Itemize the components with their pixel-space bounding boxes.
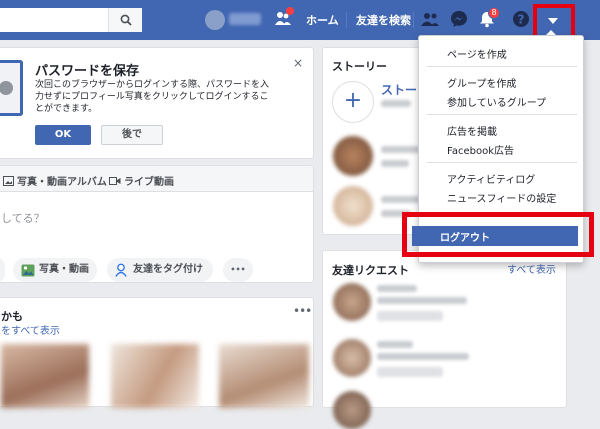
- login-illustration: [0, 60, 23, 116]
- requester-avatar[interactable]: [333, 339, 371, 377]
- requester-avatar[interactable]: [333, 283, 371, 321]
- search-icon: [120, 11, 132, 30]
- search-button[interactable]: [108, 8, 142, 32]
- menu-item-facebook-ads[interactable]: Facebook広告: [447, 142, 514, 157]
- tab-live-label: ライブ動画: [124, 177, 174, 188]
- tag-friends-icon: [115, 263, 129, 287]
- suggestion-photo[interactable]: [111, 344, 199, 408]
- friend-requests-title: 友達リクエスト: [332, 264, 409, 277]
- tag-friends-label: 友達をタグ付け: [133, 264, 203, 275]
- nav-divider: [413, 12, 414, 28]
- requester-avatar[interactable]: [333, 391, 371, 429]
- profile-name-link[interactable]: [229, 13, 261, 25]
- profile-avatar[interactable]: [205, 10, 225, 30]
- later-button[interactable]: 後で: [101, 125, 163, 145]
- composer-input[interactable]: してる？: [1, 210, 45, 226]
- story-avatar[interactable]: [333, 186, 373, 226]
- video-camera-icon: [109, 177, 121, 185]
- save-password-card: パスワードを保存 次回このブラウザーからログインする際、パスワードを入 力せずに…: [0, 47, 314, 159]
- story-name: [381, 146, 421, 153]
- close-icon[interactable]: ×: [293, 56, 303, 70]
- menu-divider: [427, 162, 577, 163]
- svg-text:?: ?: [518, 13, 525, 27]
- friend-requests-card: 友達リクエスト すべて表示: [322, 250, 567, 429]
- suggestion-photo[interactable]: [219, 344, 309, 408]
- pymk-see-all-link[interactable]: をすべて表示: [1, 322, 60, 337]
- home-link[interactable]: ホーム: [306, 12, 339, 28]
- story-avatar[interactable]: [333, 136, 373, 176]
- save-password-description: 次回このブラウザーからログインする際、パスワードを入 力せずにプロフィール写真を…: [35, 79, 287, 115]
- suggestion-photo[interactable]: [1, 344, 89, 408]
- story-subtext: [381, 100, 411, 107]
- menu-item-advertise[interactable]: 広告を掲載: [447, 123, 497, 138]
- photo-video-button[interactable]: 写真・動画: [13, 258, 97, 282]
- tab-photo-album-label: 写真・動画アルバム: [17, 177, 107, 188]
- requester-mutuals: [377, 297, 467, 304]
- menu-item-news-feed-settings[interactable]: ニュースフィードの設定: [447, 190, 556, 205]
- stories-title: ストーリー: [332, 60, 387, 73]
- confirm-request-button[interactable]: [377, 311, 443, 321]
- menu-item-create-page[interactable]: ページを作成: [447, 46, 507, 61]
- photo-album-icon: [3, 176, 14, 186]
- requester-mutuals: [377, 353, 469, 360]
- nav-divider: [346, 12, 347, 28]
- confirm-request-button[interactable]: [377, 367, 443, 377]
- more-options-button[interactable]: •••: [223, 258, 253, 282]
- description-line: 力せずにプロフィール写真をクリックしてログインするこ: [35, 92, 269, 102]
- tab-live-video[interactable]: ライブ動画: [109, 173, 174, 188]
- description-line: 次回このブラウザーからログインする際、パスワードを入: [35, 80, 270, 90]
- pymk-more-icon[interactable]: •••: [293, 304, 312, 318]
- people-you-may-know-card: かも をすべて表示 •••: [0, 297, 314, 408]
- save-password-title: パスワードを保存: [35, 64, 140, 79]
- requester-name: [377, 285, 417, 292]
- story-time: [381, 160, 409, 167]
- new-activity-dot: [286, 7, 294, 15]
- friend-requests-see-all[interactable]: すべて表示: [507, 261, 556, 276]
- tab-photo-album[interactable]: 写真・動画アルバム: [3, 173, 107, 188]
- composer-tabs: 写真・動画アルバム ライブ動画: [0, 166, 313, 192]
- ok-button[interactable]: OK: [35, 125, 91, 145]
- notification-count-badge: 8: [488, 7, 500, 19]
- menu-item-joined-groups[interactable]: 参加しているグループ: [447, 94, 546, 109]
- composer-option-button[interactable]: [0, 258, 5, 282]
- menu-item-create-group[interactable]: グループを作成: [447, 75, 516, 90]
- menu-divider: [427, 66, 577, 67]
- messenger-icon[interactable]: [450, 10, 468, 32]
- find-friends-link[interactable]: 友達を検索: [356, 12, 411, 28]
- top-navigation-bar: ホーム 友達を検索 8 ?: [0, 0, 600, 40]
- requester-name: [377, 341, 413, 348]
- logout-highlight: [402, 212, 594, 257]
- add-story-button[interactable]: +: [332, 81, 374, 123]
- description-line: とができます。: [35, 104, 98, 114]
- tag-friends-button[interactable]: 友達をタグ付け: [107, 258, 213, 282]
- menu-item-activity-log[interactable]: アクティビティログ: [447, 171, 535, 186]
- friend-requests-icon[interactable]: [421, 10, 439, 32]
- photo-icon: [21, 263, 35, 287]
- help-icon[interactable]: ?: [512, 10, 530, 32]
- menu-divider: [427, 114, 577, 115]
- photo-video-label: 写真・動画: [39, 264, 89, 275]
- post-composer: 写真・動画アルバム ライブ動画 してる？ 写真・動画 友達をタグ付け •••: [0, 165, 314, 283]
